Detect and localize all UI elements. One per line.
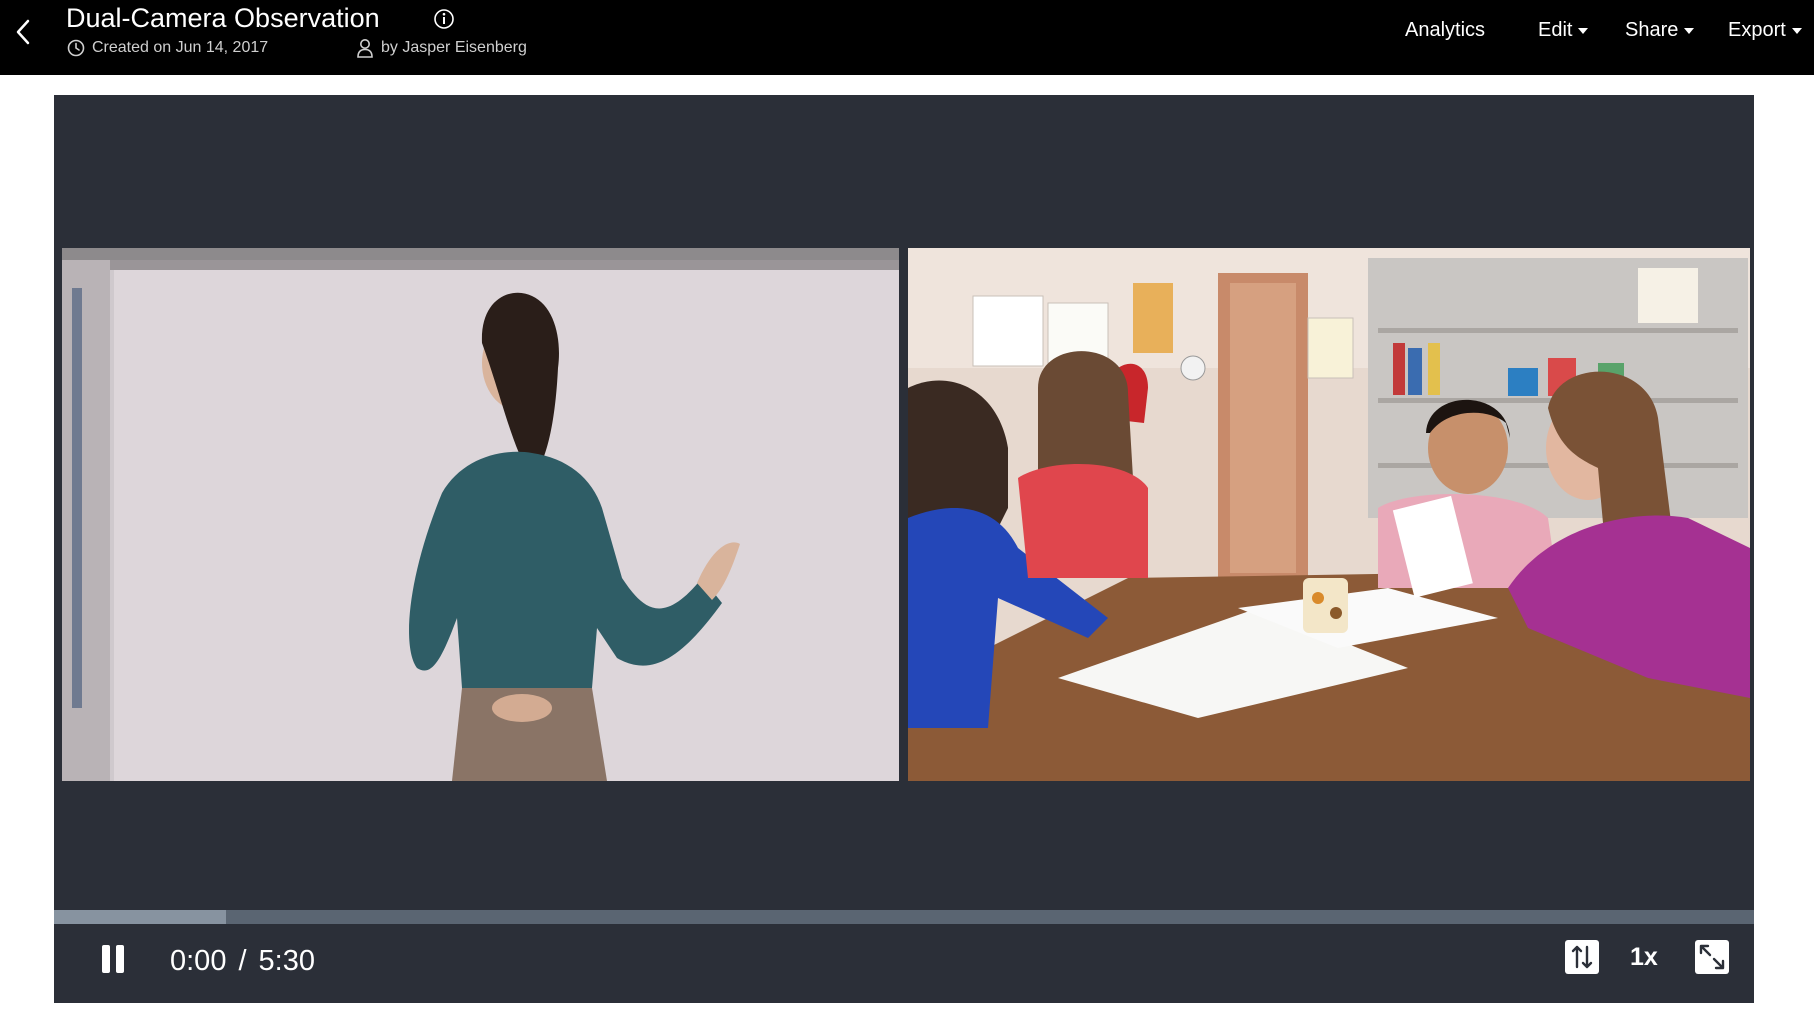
created-date-label: Created on Jun 14, 2017 xyxy=(92,39,269,56)
pause-icon xyxy=(102,945,110,973)
time-display: 0:00 / 5:30 xyxy=(170,944,315,978)
info-icon[interactable] xyxy=(433,8,455,30)
progress-bar[interactable] xyxy=(54,910,1754,924)
edit-label: Edit xyxy=(1538,19,1573,41)
time-separator: / xyxy=(238,945,247,977)
page-title: Dual-Camera Observation xyxy=(66,3,380,33)
author: by Jasper Eisenberg xyxy=(356,38,527,58)
teacher-video-frame xyxy=(62,248,899,781)
video-player[interactable]: 0:00 / 5:30 1x xyxy=(54,95,1754,1003)
caret-down-icon xyxy=(1684,28,1695,34)
fullscreen-icon[interactable] xyxy=(1694,939,1730,975)
playback-speed-button[interactable]: 1x xyxy=(1630,942,1658,972)
chevron-left-icon xyxy=(16,19,30,45)
player-controls: 0:00 / 5:30 1x xyxy=(54,924,1754,1003)
back-button[interactable] xyxy=(8,14,38,50)
analytics-link[interactable]: Analytics xyxy=(1405,18,1485,42)
progress-buffered xyxy=(54,910,226,924)
teacher-camera-video[interactable] xyxy=(62,248,899,781)
caret-down-icon xyxy=(1578,28,1589,34)
caret-down-icon xyxy=(1791,28,1802,34)
clock-icon xyxy=(67,39,85,57)
user-icon xyxy=(357,39,373,58)
top-bar: Dual-Camera Observation Created on Jun 1… xyxy=(0,0,1814,75)
edit-menu[interactable]: Edit xyxy=(1538,18,1589,42)
share-label: Share xyxy=(1625,19,1679,41)
students-camera-video[interactable] xyxy=(908,248,1750,781)
layout-toggle-icon[interactable] xyxy=(1564,939,1600,975)
created-date: Created on Jun 14, 2017 xyxy=(67,38,268,58)
share-menu[interactable]: Share xyxy=(1625,18,1695,42)
author-label: by Jasper Eisenberg xyxy=(381,39,527,56)
current-time: 0:00 xyxy=(170,945,227,977)
analytics-label: Analytics xyxy=(1405,19,1486,41)
export-label: Export xyxy=(1728,19,1786,41)
duration: 5:30 xyxy=(258,945,315,977)
students-video-frame xyxy=(908,248,1750,781)
pause-button[interactable] xyxy=(98,942,130,978)
pause-icon-bar xyxy=(116,945,124,973)
export-menu[interactable]: Export xyxy=(1728,18,1802,42)
